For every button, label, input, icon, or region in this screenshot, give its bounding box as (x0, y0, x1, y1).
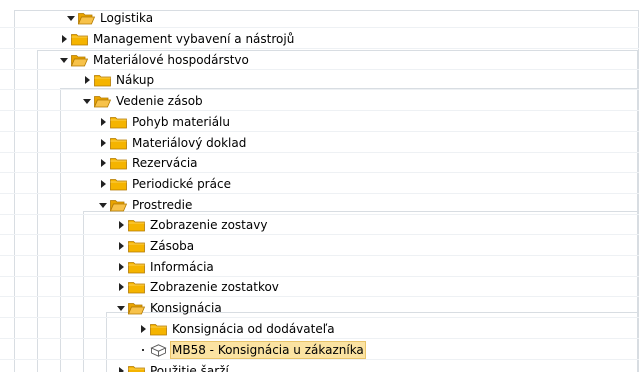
tree-node-materialove-hospodarstvo[interactable]: Materiálové hospodárstvo (59, 50, 250, 70)
tree-node-label: Informácia (150, 260, 214, 274)
tree-node-prostredie[interactable]: Prostredie (98, 195, 193, 215)
expand-toggle-icon[interactable] (116, 220, 126, 230)
folder-icon (110, 116, 127, 129)
expand-toggle-icon[interactable] (98, 179, 108, 189)
tree-node-label: Použitie šarží (150, 364, 229, 372)
tree-row: MB58 - Konsignácia u zákazníka (0, 340, 639, 360)
tree-node-label: Vedenie zásob (116, 94, 203, 108)
tree-row: Informácia (0, 257, 639, 277)
tree-node-mb58[interactable]: MB58 - Konsignácia u zákazníka (138, 340, 366, 360)
folder-open-icon (78, 12, 95, 25)
tree-node-label: MB58 - Konsignácia u zákazníka (170, 341, 366, 359)
folder-open-icon (71, 54, 88, 67)
folder-icon (110, 178, 127, 191)
tree-node-periodicke-prace[interactable]: Periodické práce (98, 174, 232, 194)
tree-node-konsignacia[interactable]: Konsignácia (116, 298, 223, 318)
expand-toggle-icon[interactable] (59, 55, 69, 65)
tree-node-label: Rezervácia (132, 156, 198, 170)
folder-open-icon (94, 95, 111, 108)
folder-icon (128, 261, 145, 274)
tree-row: Konsignácia od dodávateľa (0, 319, 639, 339)
folder-open-icon (110, 199, 127, 212)
tree-row: Použitie šarží (0, 361, 639, 372)
expand-toggle-icon[interactable] (116, 241, 126, 251)
tree-node-label: Zásoba (150, 239, 195, 253)
tree-node-label: Nákup (116, 73, 155, 87)
tree-node-label: Materiálový doklad (132, 136, 247, 150)
tree-row: Logistika (0, 8, 639, 28)
expand-toggle-icon[interactable] (66, 13, 76, 23)
tree-node-pouzitie-sarzi[interactable]: Použitie šarží (116, 361, 230, 372)
tree-row: Zobrazenie zostatkov (0, 277, 639, 297)
transaction-cube-icon (150, 343, 167, 357)
expand-toggle-icon[interactable] (116, 366, 126, 372)
tree-node-vedenie-zasob[interactable]: Vedenie zásob (82, 91, 204, 111)
tree-node-zobrazenie-zostavy[interactable]: Zobrazenie zostavy (116, 215, 268, 235)
tree-node-management[interactable]: Management vybavení a nástrojů (59, 29, 295, 49)
tree-row: Prostredie (0, 195, 639, 215)
tree-row: Zásoba (0, 236, 639, 256)
tree-row: Pohyb materiálu (0, 112, 639, 132)
expand-toggle-icon[interactable] (116, 303, 126, 313)
tree-node-zasoba[interactable]: Zásoba (116, 236, 195, 256)
folder-icon (71, 33, 88, 46)
leaf-bullet-icon (138, 345, 148, 355)
tree-row: Materiálové hospodárstvo (0, 50, 639, 70)
folder-icon (128, 281, 145, 294)
expand-toggle-icon[interactable] (98, 117, 108, 127)
folder-icon (128, 240, 145, 253)
navigation-tree: Logistika Management vybavení a nástrojů… (0, 0, 639, 372)
tree-node-label: Prostredie (132, 198, 193, 212)
tree-node-rezervacia[interactable]: Rezervácia (98, 153, 199, 173)
expand-toggle-icon[interactable] (82, 75, 92, 85)
tree-row: Periodické práce (0, 174, 639, 194)
expand-toggle-icon[interactable] (98, 138, 108, 148)
expand-toggle-icon[interactable] (116, 262, 126, 272)
folder-icon (128, 365, 145, 372)
folder-icon (150, 323, 167, 336)
folder-icon (110, 157, 127, 170)
tree-node-label: Konsignácia (150, 301, 222, 315)
expand-toggle-icon[interactable] (59, 34, 69, 44)
tree-row: Rezervácia (0, 153, 639, 173)
tree-row: Materiálový doklad (0, 133, 639, 153)
expand-toggle-icon[interactable] (98, 158, 108, 168)
tree-node-konsignacia-od-dodavatela[interactable]: Konsignácia od dodávateľa (138, 319, 336, 339)
folder-icon (110, 137, 127, 150)
folder-icon (128, 219, 145, 232)
expand-toggle-icon[interactable] (98, 200, 108, 210)
tree-node-label: Konsignácia od dodávateľa (172, 322, 335, 336)
tree-node-label: Management vybavení a nástrojů (93, 32, 295, 46)
tree-row: Konsignácia (0, 298, 639, 318)
expand-toggle-icon[interactable] (138, 324, 148, 334)
tree-node-label: Pohyb materiálu (132, 115, 230, 129)
tree-node-nakup[interactable]: Nákup (82, 70, 155, 90)
tree-node-label: Materiálové hospodárstvo (93, 53, 249, 67)
tree-row: Management vybavení a nástrojů (0, 29, 639, 49)
expand-toggle-icon[interactable] (82, 96, 92, 106)
tree-row: Nákup (0, 70, 639, 90)
tree-node-label: Zobrazenie zostatkov (150, 280, 279, 294)
tree-node-label: Zobrazenie zostavy (150, 218, 268, 232)
tree-row: Vedenie zásob (0, 91, 639, 111)
tree-node-label: Logistika (100, 11, 154, 25)
tree-node-pohyb-materialu[interactable]: Pohyb materiálu (98, 112, 231, 132)
tree-node-zobrazenie-zostatkov[interactable]: Zobrazenie zostatkov (116, 277, 280, 297)
tree-node-informacia[interactable]: Informácia (116, 257, 215, 277)
tree-node-materialovy-doklad[interactable]: Materiálový doklad (98, 133, 247, 153)
tree-node-label: Periodické práce (132, 177, 231, 191)
folder-icon (94, 74, 111, 87)
expand-toggle-icon[interactable] (116, 282, 126, 292)
tree-node-logistika[interactable]: Logistika (66, 8, 154, 28)
tree-row: Zobrazenie zostavy (0, 215, 639, 235)
folder-open-icon (128, 302, 145, 315)
